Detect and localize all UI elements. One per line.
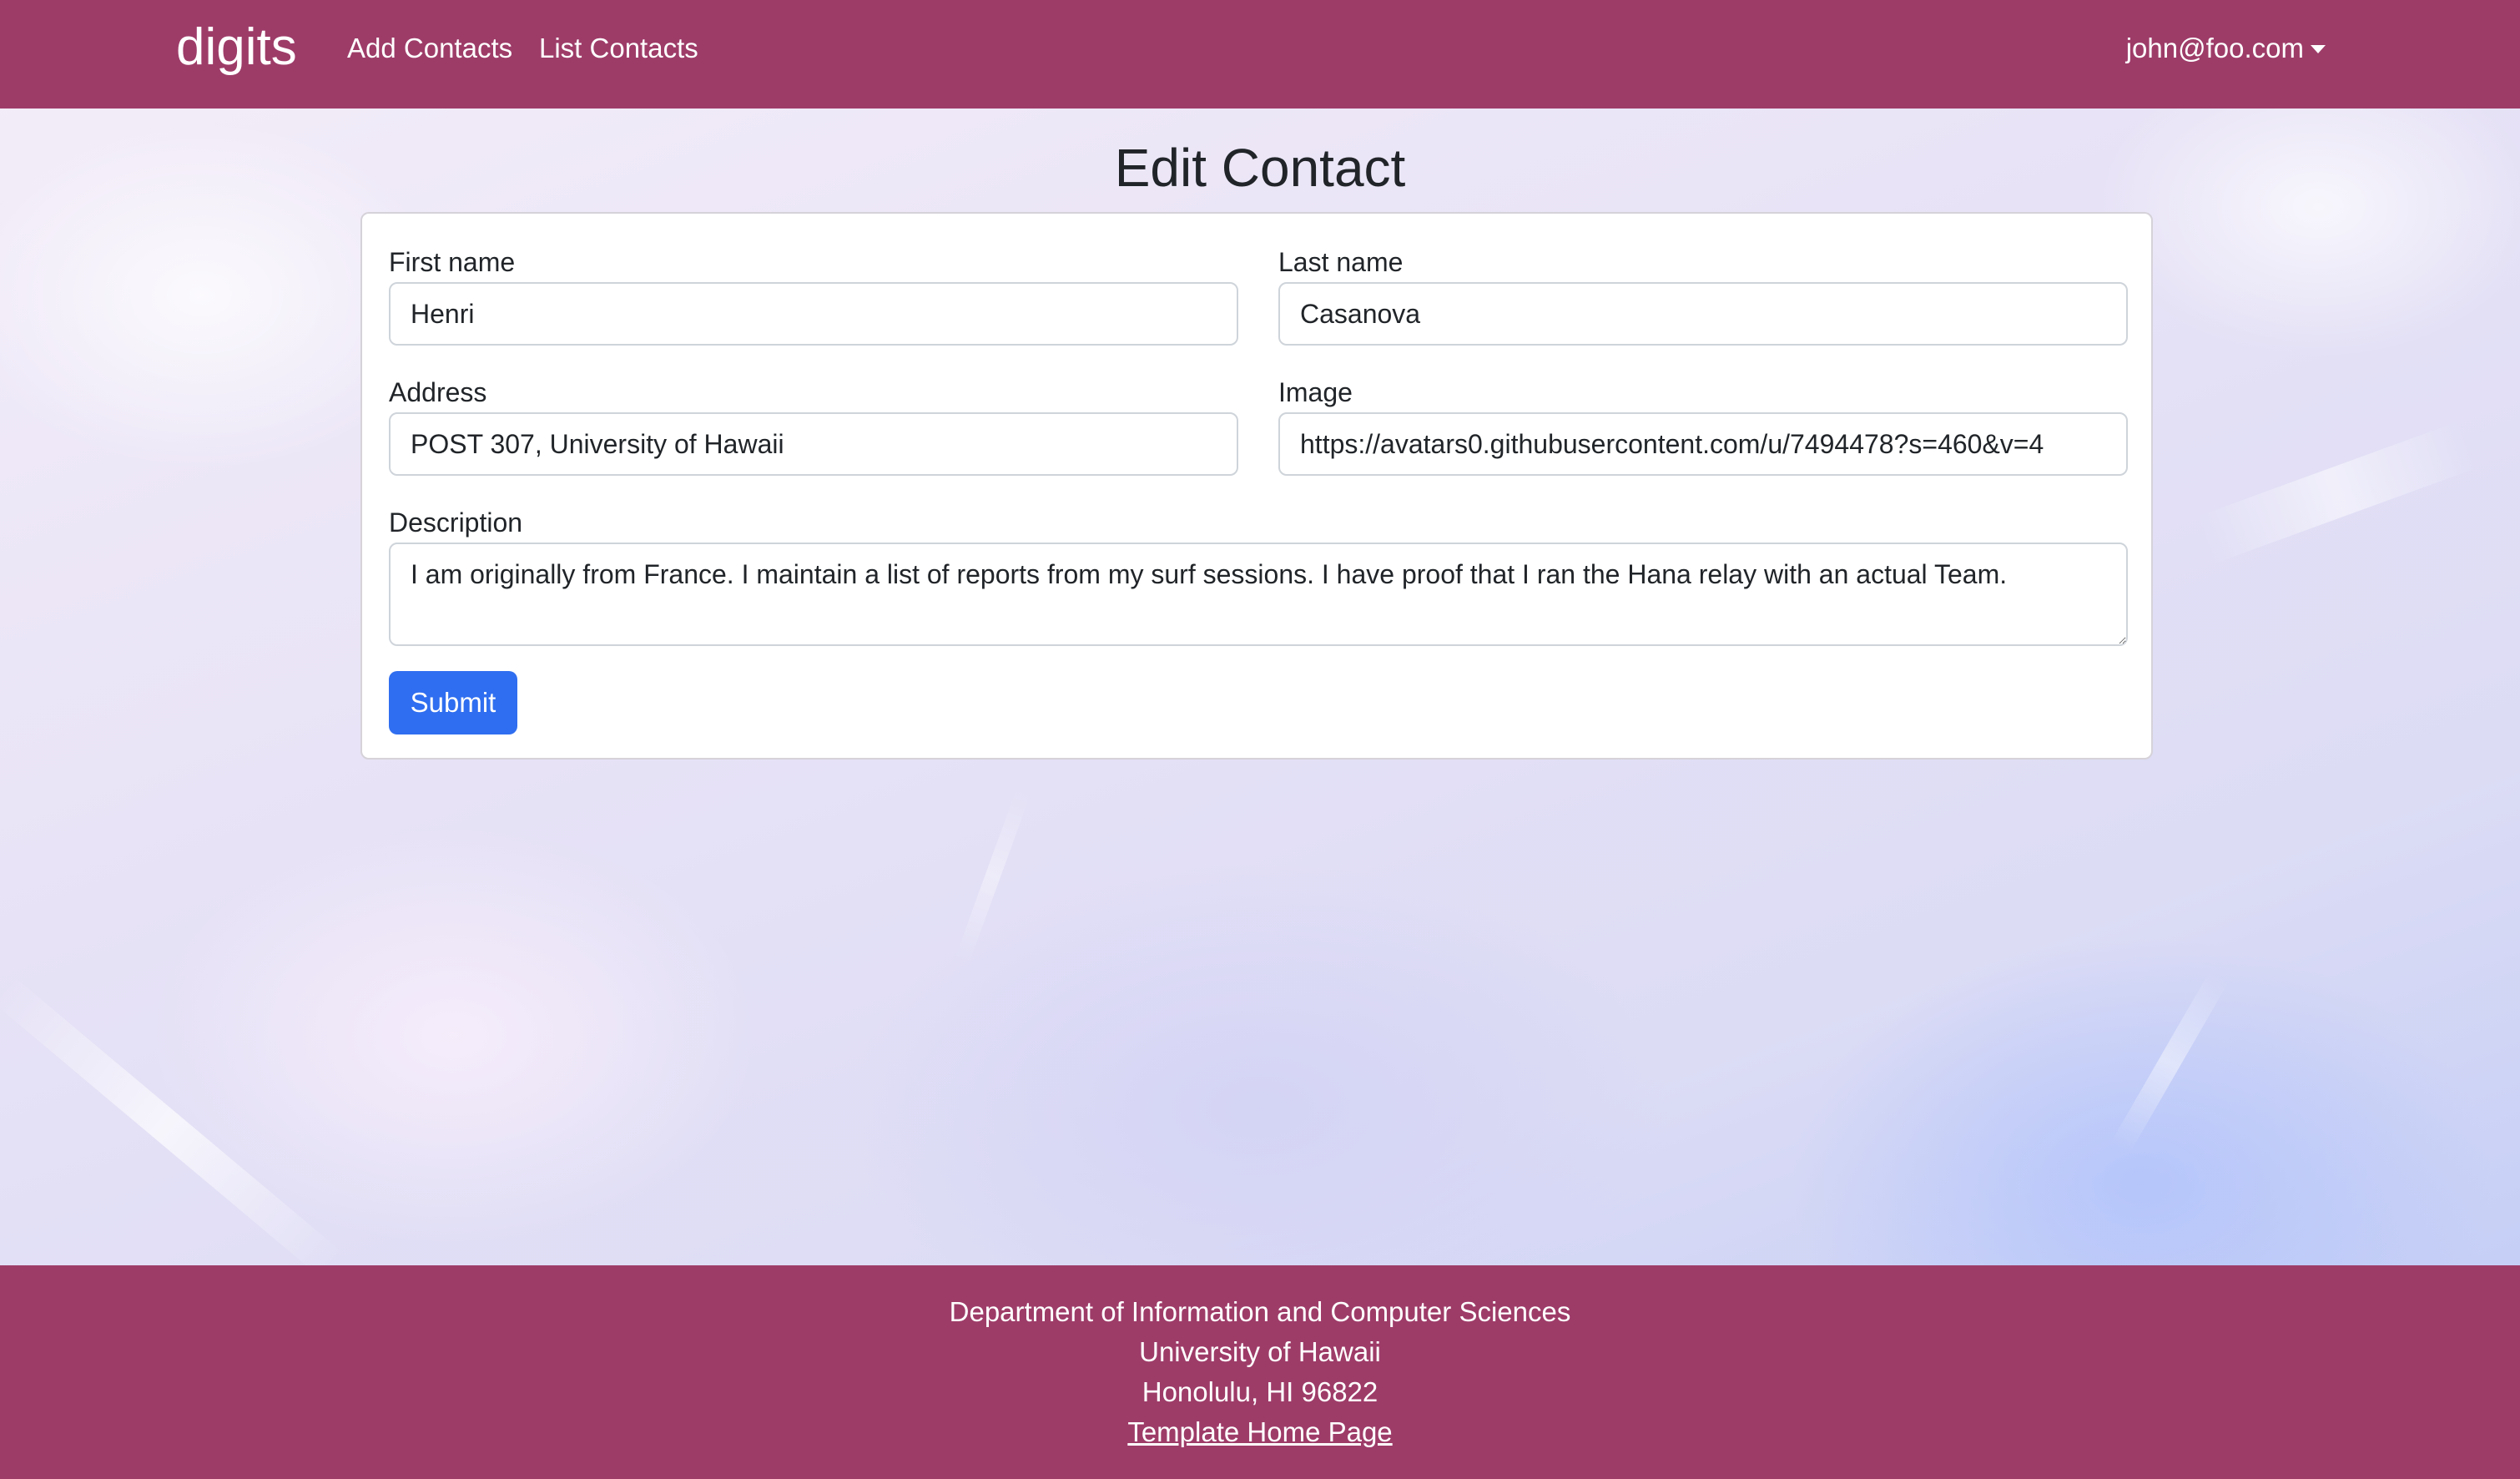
- page-title: Edit Contact: [1114, 138, 1406, 198]
- address-input[interactable]: [389, 412, 1238, 476]
- last-name-label: Last name: [1278, 247, 1404, 277]
- nav-list-contacts[interactable]: List Contacts: [539, 30, 698, 67]
- footer-university: University of Hawaii: [1139, 1336, 1381, 1367]
- top-navbar: digits Add Contacts List Contacts john@f…: [0, 0, 2520, 109]
- footer-department: Department of Information and Computer S…: [949, 1296, 1571, 1327]
- description-textarea[interactable]: I am originally from France. I maintain …: [389, 543, 2128, 646]
- footer-address: Honolulu, HI 96822: [1142, 1376, 1378, 1407]
- image-url-input[interactable]: [1278, 412, 2128, 476]
- chevron-down-icon: [2311, 45, 2326, 53]
- image-label: Image: [1278, 377, 1353, 407]
- user-menu-dropdown[interactable]: john@foo.com: [2126, 30, 2326, 67]
- description-label: Description: [389, 507, 523, 538]
- address-label: Address: [389, 377, 487, 407]
- edit-contact-form: First name Last name Address Image Descr…: [360, 212, 2153, 760]
- first-name-label: First name: [389, 247, 516, 277]
- brand-logo[interactable]: digits: [176, 12, 297, 83]
- submit-button[interactable]: Submit: [389, 671, 517, 734]
- footer-link-row: Template Home Page: [0, 1412, 2520, 1452]
- footer: Department of Information and Computer S…: [0, 1265, 2520, 1479]
- template-home-page-link[interactable]: Template Home Page: [1127, 1416, 1392, 1447]
- user-email: john@foo.com: [2125, 33, 2304, 63]
- nav-add-contacts[interactable]: Add Contacts: [347, 30, 512, 67]
- last-name-input[interactable]: [1278, 282, 2128, 346]
- first-name-input[interactable]: [389, 282, 1238, 346]
